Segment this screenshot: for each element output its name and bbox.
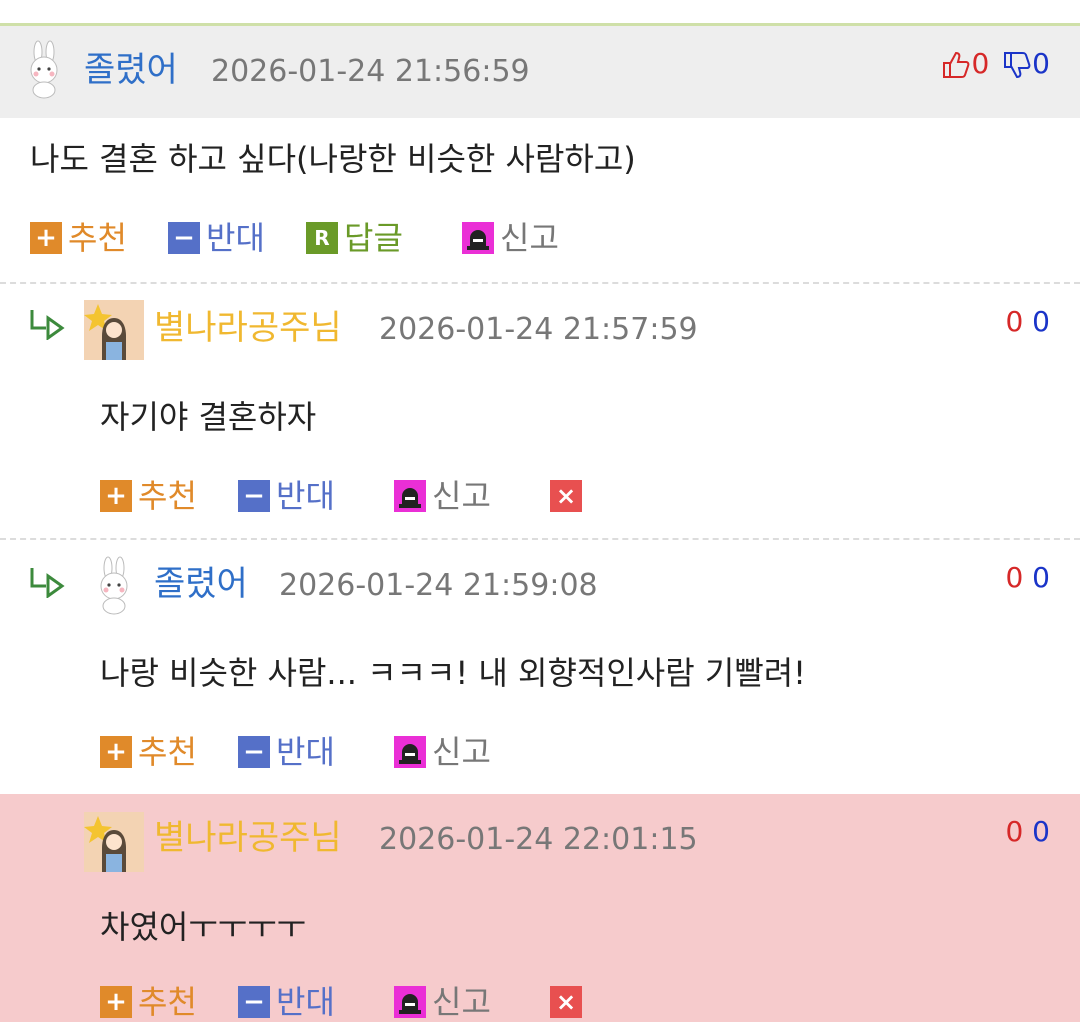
comment-datetime: 2026-01-24 22:01:15 — [379, 822, 698, 857]
close-icon: × — [550, 480, 582, 512]
plus-icon: + — [30, 222, 62, 254]
oppose-label: 반대 — [206, 219, 265, 257]
reply-button[interactable]: R 답글 — [306, 218, 403, 258]
delete-button[interactable]: × — [550, 982, 582, 1022]
comment-text: 차였어ㅜㅜㅜㅜ — [100, 908, 307, 946]
comment-actions: + 추천 − 반대 신고 — [100, 732, 550, 772]
up-count: 0 — [1005, 815, 1024, 848]
reply-item: 졸렸어 2026-01-24 21:59:08 0 0 나랑 비슷한 사람...… — [0, 538, 1080, 796]
siren-icon — [394, 480, 426, 512]
plus-icon: + — [100, 986, 132, 1018]
comment-actions: + 추천 − 반대 신고 × — [100, 476, 660, 516]
comment-text: 나도 결혼 하고 싶다(나랑한 비슷한 사람하고) — [30, 140, 636, 178]
siren-icon — [394, 986, 426, 1018]
comment-datetime: 2026-01-24 21:56:59 — [211, 54, 530, 89]
vote-counts: 0 0 — [1005, 814, 1050, 850]
vote-counts: 0 0 — [1005, 560, 1050, 596]
report-label: 신고 — [432, 733, 491, 771]
oppose-button[interactable]: − 반대 — [238, 476, 335, 516]
recommend-button[interactable]: + 추천 — [100, 476, 197, 516]
comment-nickname[interactable]: 졸렸어 — [154, 564, 248, 604]
recommend-label: 추천 — [138, 477, 197, 515]
reply-item: 별나라공주님 2026-01-24 21:57:59 0 0 자기야 결혼하자 … — [0, 282, 1080, 540]
reply-arrow-icon — [30, 568, 65, 598]
down-count: 0 — [1032, 561, 1050, 594]
down-count: 0 — [1032, 815, 1050, 848]
up-count: 0 — [971, 47, 990, 80]
siren-icon — [394, 736, 426, 768]
minus-icon: − — [238, 480, 270, 512]
report-label: 신고 — [500, 219, 559, 257]
comment-nickname[interactable]: 별나라공주님 — [154, 308, 342, 348]
comment-text: 자기야 결혼하자 — [100, 398, 317, 436]
reply-arrow-icon — [30, 310, 65, 340]
vote-counts: 0 0 — [1005, 304, 1050, 340]
reply-label: 답글 — [344, 219, 403, 257]
oppose-button[interactable]: − 반대 — [238, 982, 335, 1022]
recommend-label: 추천 — [138, 733, 197, 771]
comment-datetime: 2026-01-24 21:59:08 — [279, 568, 598, 603]
plus-icon: + — [100, 736, 132, 768]
minus-icon: − — [168, 222, 200, 254]
oppose-button[interactable]: − 반대 — [168, 218, 265, 258]
recommend-button[interactable]: + 추천 — [100, 982, 197, 1022]
comment-datetime: 2026-01-24 21:57:59 — [379, 312, 698, 347]
delete-button[interactable]: × — [550, 476, 582, 516]
recommend-button[interactable]: + 추천 — [100, 732, 197, 772]
report-label: 신고 — [432, 477, 491, 515]
recommend-button[interactable]: + 추천 — [30, 218, 127, 258]
reply-item-highlighted: 별나라공주님 2026-01-24 22:01:15 0 0 차였어ㅜㅜㅜㅜ +… — [0, 794, 1080, 1022]
oppose-button[interactable]: − 반대 — [238, 732, 335, 772]
comment-actions: + 추천 − 반대 R 답글 신고 — [30, 218, 630, 258]
princess-avatar[interactable] — [84, 812, 144, 872]
vote-counts: 0 0 — [941, 46, 1050, 82]
recommend-label: 추천 — [138, 983, 197, 1021]
princess-avatar[interactable] — [84, 300, 144, 360]
bunny-avatar[interactable] — [14, 40, 74, 100]
comment-text: 나랑 비슷한 사람... ㅋㅋㅋ! 내 외향적인사람 기빨려! — [100, 654, 807, 692]
up-count: 0 — [1005, 305, 1024, 338]
report-button[interactable]: 신고 — [394, 732, 491, 772]
report-label: 신고 — [432, 983, 491, 1021]
comment-nickname[interactable]: 졸렸어 — [84, 50, 178, 90]
minus-icon: − — [238, 736, 270, 768]
comment-actions: + 추천 − 반대 신고 × — [100, 982, 660, 1022]
plus-icon: + — [100, 480, 132, 512]
comment-item: 졸렸어 2026-01-24 21:56:59 0 0 나도 결혼 하고 싶다(… — [0, 26, 1080, 282]
report-button[interactable]: 신고 — [462, 218, 559, 258]
up-count: 0 — [1005, 561, 1024, 594]
oppose-label: 반대 — [276, 983, 335, 1021]
bunny-avatar[interactable] — [84, 556, 144, 616]
report-button[interactable]: 신고 — [394, 982, 491, 1022]
comment-nickname[interactable]: 별나라공주님 — [154, 818, 342, 858]
report-button[interactable]: 신고 — [394, 476, 491, 516]
down-count: 0 — [1032, 305, 1050, 338]
reply-r-icon: R — [306, 222, 338, 254]
oppose-label: 반대 — [276, 733, 335, 771]
siren-icon — [462, 222, 494, 254]
minus-icon: − — [238, 986, 270, 1018]
down-count: 0 — [1032, 47, 1050, 80]
thumbs-up-icon[interactable] — [941, 50, 971, 80]
thumbs-down-icon[interactable] — [1002, 50, 1032, 80]
oppose-label: 반대 — [276, 477, 335, 515]
recommend-label: 추천 — [68, 219, 127, 257]
close-icon: × — [550, 986, 582, 1018]
